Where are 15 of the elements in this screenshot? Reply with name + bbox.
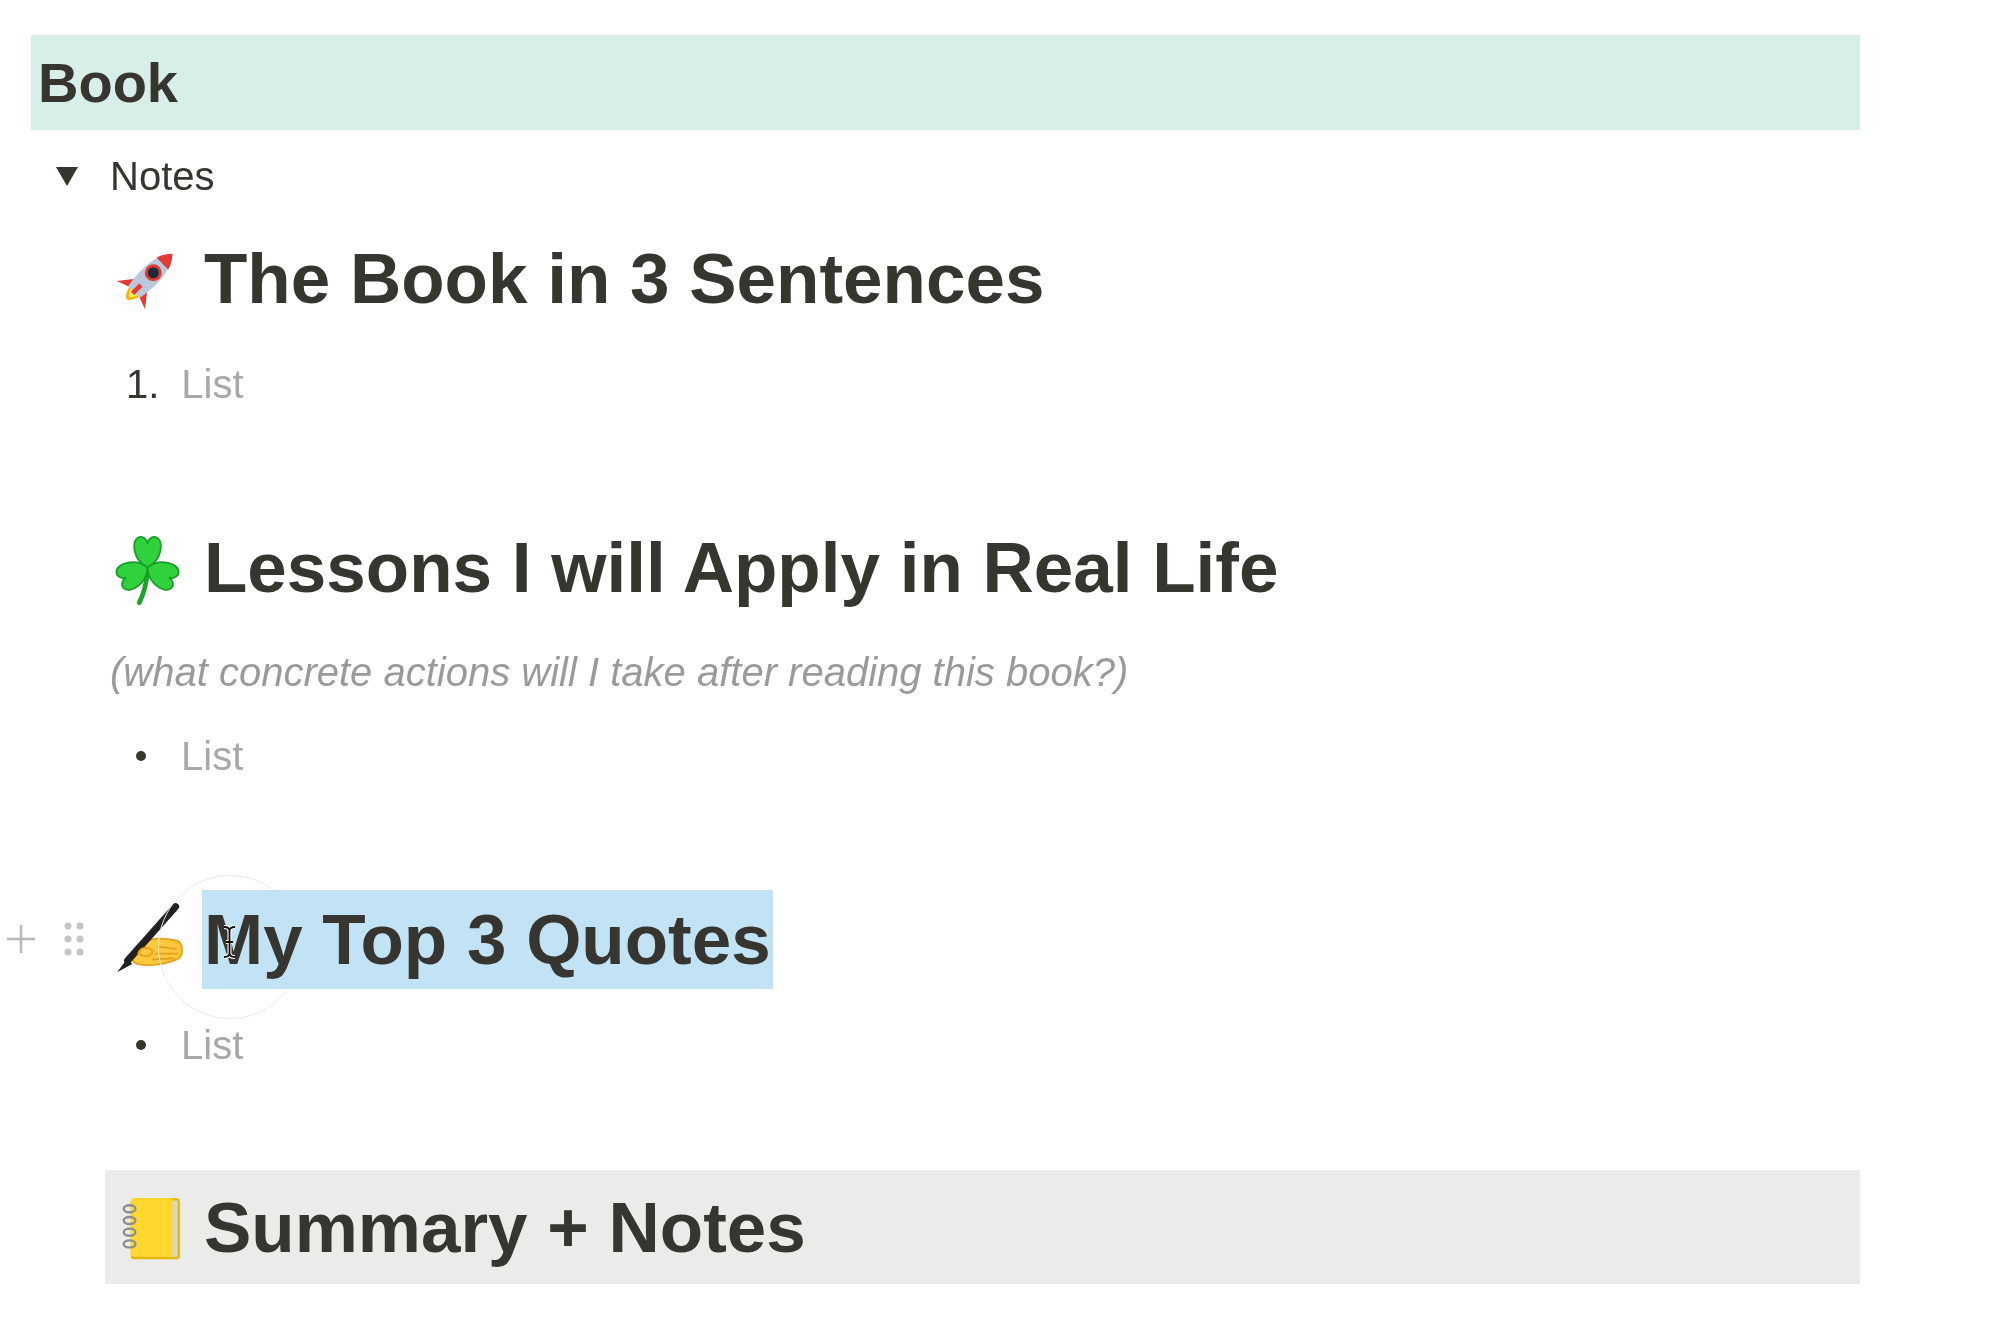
list-number: 1. — [126, 364, 160, 404]
heading-text: Lessons I will Apply in Real Life — [203, 526, 1280, 609]
toggle-label[interactable]: Notes — [110, 156, 215, 196]
plus-icon[interactable] — [5, 923, 37, 955]
heading-text: Summary + Notes — [203, 1186, 807, 1269]
bullet-icon — [136, 1040, 146, 1050]
drag-handle-icon[interactable] — [63, 921, 85, 957]
list-item-text: List — [181, 736, 244, 776]
page-title: Book — [38, 54, 178, 111]
list-item-text: List — [181, 364, 244, 404]
heading-text: The Book in 3 Sentences — [203, 237, 1046, 320]
bullet-icon — [136, 751, 146, 761]
list-item-text: List — [181, 1025, 244, 1065]
note-text: (what concrete actions will I take after reading this book?) — [110, 652, 1129, 692]
triangle-icon[interactable] — [56, 166, 78, 186]
